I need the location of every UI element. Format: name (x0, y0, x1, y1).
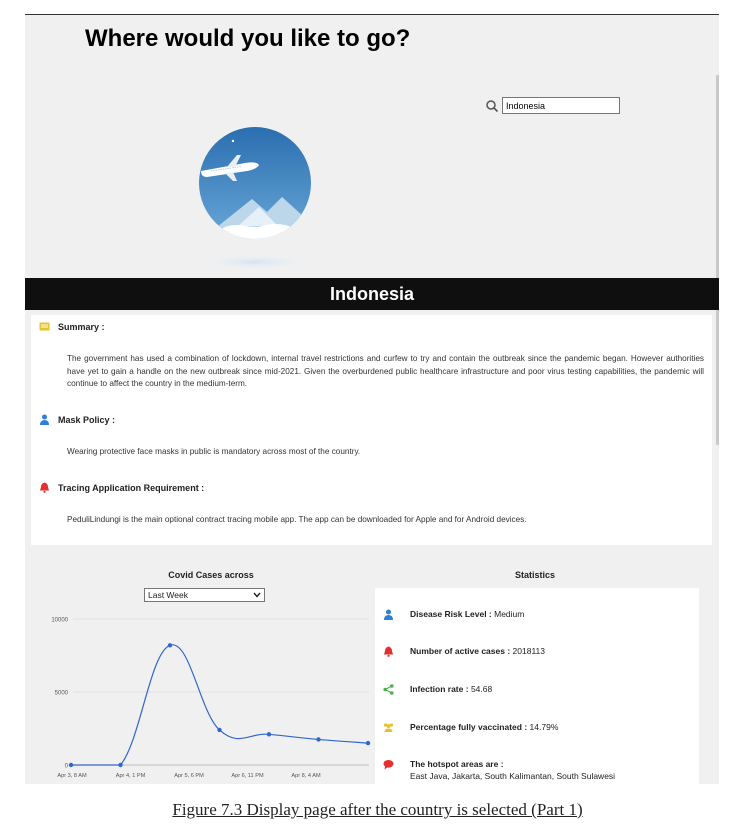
time-range-select[interactable]: Last Week (144, 588, 265, 602)
data-point (316, 737, 321, 742)
vaccinated-value: 14.79% (529, 722, 559, 732)
tracing-app-label: Tracing Application Requirement : (58, 482, 205, 493)
bell-icon (384, 646, 393, 657)
x-tick-label: Apr 3, 8 AM (57, 773, 87, 779)
search-bar (485, 97, 620, 114)
summary-section: Summary : The government has used a comb… (39, 321, 704, 391)
statistics-card: Disease Risk Level : Medium Number of ac… (375, 588, 699, 784)
vaccinated-row: Percentage fully vaccinated : 14.79% (383, 722, 558, 733)
scrollbar[interactable] (716, 75, 719, 445)
y-tick-label: 0 (65, 764, 69, 770)
hotspot-label: The hotspot areas are : (410, 759, 504, 769)
user-icon (384, 609, 393, 620)
y-tick-label: 10000 (51, 618, 68, 624)
data-point (68, 762, 74, 768)
search-icon (486, 99, 499, 112)
chevron-down-icon (253, 592, 261, 598)
time-range-value: Last Week (148, 590, 189, 600)
page-title: Where would you like to go? (85, 25, 411, 52)
tracing-app-text: PeduliLindungi is the main optional cont… (67, 515, 527, 524)
disease-risk-row: Disease Risk Level : Medium (383, 609, 524, 620)
mask-policy-label: Mask Policy : (58, 414, 116, 425)
share-icon (383, 684, 394, 695)
disease-risk-label: Disease Risk Level : (410, 609, 492, 619)
covid-cases-chart-panel: 0 5000 10000 Apr 3, 8 AM Apr 4, 1 PM Apr 5, 6… (31, 570, 371, 784)
user-icon (40, 414, 49, 425)
figure-caption: Figure 7.3 Display page after the countr… (172, 800, 583, 819)
disease-risk-value: Medium (494, 609, 525, 619)
browser-page: Where would you like to go? Indonesia In… (25, 14, 719, 784)
active-cases-value: 2018113 (512, 646, 545, 656)
infection-rate-label: Infection rate : (410, 684, 469, 694)
x-tick-label: Apr 4, 1 PM (116, 773, 146, 779)
country-info-card: Summary : The government has used a comb… (31, 315, 712, 545)
y-tick-label: 5000 (55, 691, 69, 697)
search-input[interactable] (502, 97, 620, 114)
data-point (167, 643, 173, 648)
summary-label: Summary : (58, 321, 105, 332)
data-point (266, 732, 272, 737)
hotspot-row: The hotspot areas are : East Java, Jakar… (383, 759, 615, 781)
infection-rate-value: 54.68 (470, 684, 493, 694)
summary-text: The government has used a combination of… (67, 354, 704, 388)
comment-icon (383, 760, 394, 770)
active-cases-label: Number of active cases : (410, 646, 511, 656)
covid-cases-chart: 0 5000 10000 Apr 3, 8 AM Apr 4, 1 PM Apr 5, 6… (51, 618, 371, 779)
x-tick-label: Apr 8, 4 AM (291, 773, 321, 779)
tracing-app-section: Tracing Application Requirement : Peduli… (39, 482, 704, 527)
active-cases-row: Number of active cases : 2018113 (383, 646, 545, 657)
cases-line (71, 644, 369, 766)
mask-policy-section: Mask Policy : Wearing protective face ma… (39, 414, 704, 459)
country-banner: Indonesia (25, 278, 719, 310)
data-point (118, 762, 123, 768)
summary-icon (39, 322, 50, 331)
x-tick-label: Apr 5, 6 PM (174, 773, 204, 779)
airplane-illustration (199, 127, 311, 270)
infection-rate-row: Infection rate : 54.68 (383, 684, 492, 695)
x-tick-label: Apr 6, 11 PM (231, 773, 264, 779)
hotspot-value: East Java, Jakarta, South Kalimantan, So… (410, 771, 616, 781)
statistics-title: Statistics (515, 570, 556, 580)
mask-policy-text: Wearing protective face masks in public … (67, 447, 361, 456)
users-group-icon (383, 723, 394, 732)
vaccinated-label: Percentage fully vaccinated : (410, 722, 528, 732)
bell-icon (40, 482, 49, 493)
data-point (217, 727, 222, 733)
data-point (365, 740, 371, 746)
chart-title: Covid Cases across (168, 570, 254, 580)
